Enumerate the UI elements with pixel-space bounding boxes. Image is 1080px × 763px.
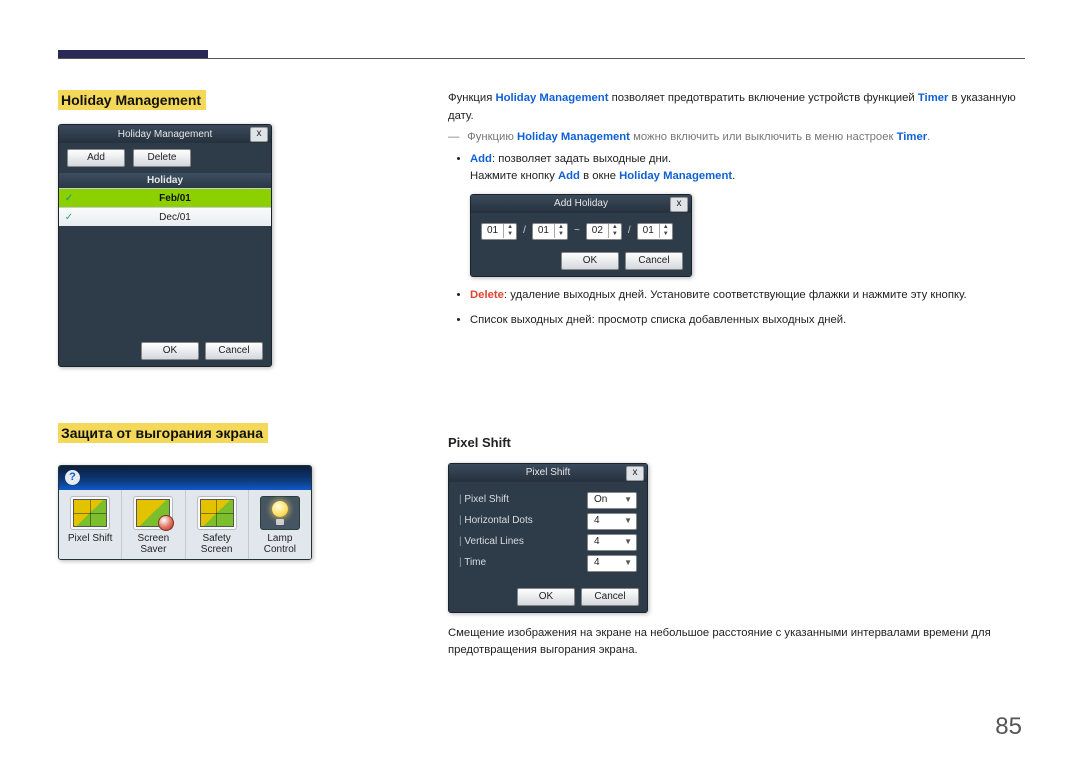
paragraph: Смещение изображения на экране на неболь… (448, 625, 1025, 660)
label-horizontal-dots: Horizontal Dots (459, 513, 533, 529)
ok-button[interactable]: OK (561, 252, 619, 270)
heading-holiday-management: Holiday Management (58, 90, 206, 110)
window-title: Pixel Shift (526, 465, 570, 481)
header-rule (58, 50, 1025, 60)
bullet-list: Add: позволяет задать выходные дни. Нажм… (470, 151, 1025, 186)
cancel-button[interactable]: Cancel (581, 588, 639, 606)
hdots-select[interactable]: 4▼ (587, 513, 637, 530)
window-title: Holiday Management (118, 129, 213, 140)
tile-safety-screen[interactable]: Safety Screen (186, 490, 249, 559)
holiday-date: Feb/01 (79, 193, 271, 204)
tile-label: Pixel Shift (61, 533, 119, 544)
table-row[interactable]: ✓ Dec/01 (59, 207, 271, 226)
screen-burn-preview: ? Pixel Shift Screen Saver Safety Screen (58, 465, 312, 560)
ok-button[interactable]: OK (517, 588, 575, 606)
window-title: Add Holiday (554, 196, 608, 212)
window-add-holiday: Add Holiday x 01▲▼ / 01▲▼ ~ 02▲▼ / 01▲▼ … (470, 194, 692, 277)
ok-button[interactable]: OK (141, 342, 199, 360)
checkbox-icon[interactable]: ✓ (59, 212, 79, 223)
table-row[interactable]: ✓ Feb/01 (59, 188, 271, 207)
bullet-list: Delete: удаление выходных дней. Установи… (470, 287, 1025, 330)
page-number: 85 (995, 713, 1022, 741)
holiday-date: Dec/01 (79, 212, 271, 223)
time-select[interactable]: 4▼ (587, 555, 637, 572)
day-end-spinner[interactable]: 01▲▼ (637, 223, 673, 240)
paragraph: Функция Holiday Management позволяет пре… (448, 90, 1025, 125)
heading-screen-burn-protection: Защита от выгорания экрана (58, 423, 268, 443)
tile-screen-saver[interactable]: Screen Saver (122, 490, 185, 559)
tile-label: Lamp Control (251, 533, 309, 555)
cancel-button[interactable]: Cancel (205, 342, 263, 360)
heading-pixel-shift: Pixel Shift (448, 433, 1025, 453)
add-button[interactable]: Add (67, 149, 125, 167)
day-start-spinner[interactable]: 01▲▼ (532, 223, 568, 240)
close-icon[interactable]: x (670, 197, 688, 212)
vlines-select[interactable]: 4▼ (587, 534, 637, 551)
tile-label: Screen Saver (124, 533, 182, 555)
label-pixel-shift: Pixel Shift (459, 492, 509, 508)
label-vertical-lines: Vertical Lines (459, 534, 524, 550)
help-icon[interactable]: ? (65, 470, 80, 485)
window-holiday-management: Holiday Management x Add Delete Holiday … (58, 124, 272, 367)
month-end-spinner[interactable]: 02▲▼ (586, 223, 622, 240)
month-start-spinner[interactable]: 01▲▼ (481, 223, 517, 240)
tile-pixel-shift[interactable]: Pixel Shift (59, 490, 122, 559)
window-pixel-shift: Pixel Shift x Pixel Shift On▼ Horizontal… (448, 463, 648, 613)
tile-label: Safety Screen (188, 533, 246, 555)
tile-lamp-control[interactable]: Lamp Control (249, 490, 311, 559)
close-icon[interactable]: x (250, 127, 268, 142)
cancel-button[interactable]: Cancel (625, 252, 683, 270)
delete-button[interactable]: Delete (133, 149, 191, 167)
column-header-holiday: Holiday (59, 173, 271, 188)
label-time: Time (459, 555, 486, 571)
checkbox-icon[interactable]: ✓ (59, 193, 79, 204)
note: ― Функцию Holiday Management можно включ… (448, 129, 1025, 147)
close-icon[interactable]: x (626, 466, 644, 481)
pixel-shift-select[interactable]: On▼ (587, 492, 637, 509)
